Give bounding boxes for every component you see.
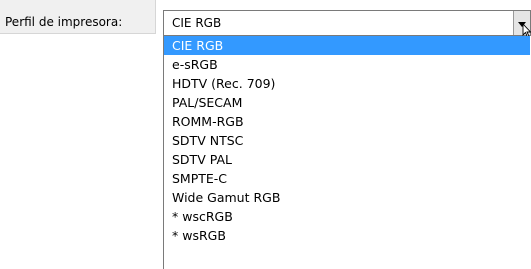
option-sdtv-pal[interactable]: SDTV PAL — [164, 150, 530, 169]
combobox-selected-value: CIE RGB — [172, 16, 222, 30]
option-e-srgb[interactable]: e-sRGB — [164, 55, 530, 74]
label-cell: Perfil de impresora: — [0, 0, 156, 34]
option-romm-rgb[interactable]: ROMM-RGB — [164, 112, 530, 131]
option-wsrgb[interactable]: * wsRGB — [164, 226, 530, 245]
printer-profile-combobox[interactable]: CIE RGB — [163, 10, 531, 38]
option-smpte-c[interactable]: SMPTE-C — [164, 169, 530, 188]
option-sdtv-ntsc[interactable]: SDTV NTSC — [164, 131, 530, 150]
printer-profile-panel: Perfil de impresora: CIE RGB CIE RGB e-s… — [0, 0, 531, 269]
option-pal-secam[interactable]: PAL/SECAM — [164, 93, 530, 112]
dropdown-list: CIE RGB e-sRGB HDTV (Rec. 709) PAL/SECAM… — [163, 36, 531, 269]
option-cie-rgb[interactable]: CIE RGB — [164, 36, 530, 55]
printer-profile-label: Perfil de impresora: — [5, 15, 123, 29]
option-wscrgb[interactable]: * wscRGB — [164, 207, 530, 226]
option-hdtv-rec709[interactable]: HDTV (Rec. 709) — [164, 74, 530, 93]
option-wide-gamut-rgb[interactable]: Wide Gamut RGB — [164, 188, 530, 207]
